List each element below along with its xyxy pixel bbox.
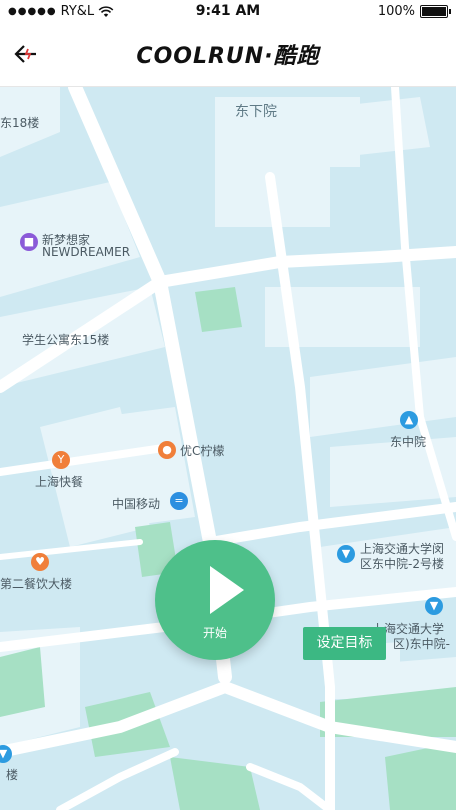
poi-food-icon[interactable]: ♥: [31, 553, 49, 571]
map-label: 楼: [6, 768, 19, 782]
start-run-button[interactable]: 开始: [155, 540, 275, 660]
map-label: NEWDREAMER: [42, 245, 131, 259]
map-label: 第二餐饮大楼: [0, 577, 73, 591]
poi-service-icon[interactable]: =: [170, 492, 188, 510]
brand-logo: COOLRUN·酷跑: [136, 44, 320, 69]
poi-food-icon[interactable]: Y: [52, 451, 70, 469]
poi-location-icon[interactable]: ▼: [425, 597, 443, 615]
map-label: 区)东中院-: [393, 637, 451, 651]
start-label: 开始: [202, 626, 227, 640]
map-label: 优C柠檬: [180, 444, 225, 458]
poi-food-icon[interactable]: ●: [158, 441, 176, 459]
poi-location-icon[interactable]: ▼: [337, 545, 355, 563]
nav-bar: COOLRUN·酷跑: [0, 24, 456, 87]
map-label: 东下院: [235, 104, 277, 120]
map-label: 学生公寓东15楼: [22, 333, 110, 347]
battery-icon: [420, 5, 451, 18]
map-label: 东18楼: [0, 116, 40, 130]
status-bar: ●●●●● RY&L 9:41 AM 100%: [0, 0, 456, 24]
poi-shop-icon[interactable]: ■: [20, 233, 38, 251]
map-label: 中国移动: [112, 497, 161, 511]
set-goal-button[interactable]: 设定目标: [303, 627, 386, 660]
poi-education-icon[interactable]: ▲: [400, 411, 418, 429]
map-label: 区东中院-2号楼: [360, 557, 444, 571]
battery-percent: 100%: [377, 4, 415, 19]
map-label: 上海快餐: [35, 475, 84, 489]
battery-status: 100%: [377, 4, 451, 19]
play-icon: [210, 566, 244, 614]
map-view[interactable]: 东下院 东18楼 ■ 新梦想家 NEWDREAMER 学生公寓东15楼 ● 优C…: [0, 87, 456, 810]
map-canvas: [0, 87, 456, 810]
map-label: 东中院: [390, 435, 427, 449]
